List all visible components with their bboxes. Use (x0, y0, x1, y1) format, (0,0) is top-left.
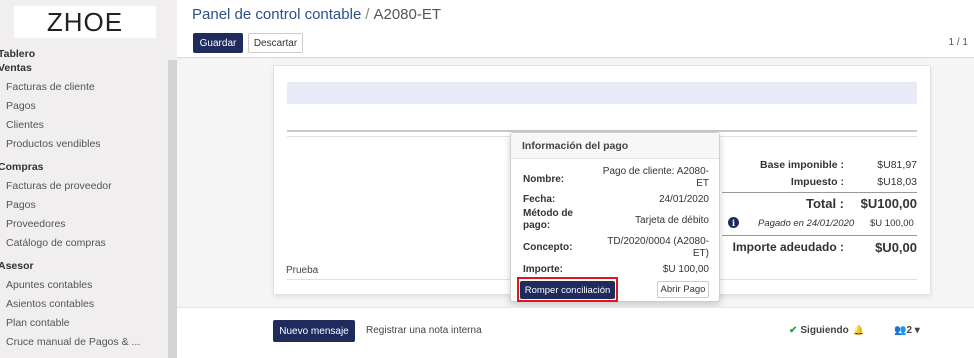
breadcrumb: Panel de control contable / A2080-ET (192, 6, 441, 23)
menu-item-manual-reconciliation[interactable]: Cruce manual de Pagos & ... (6, 336, 140, 348)
menu-item-journal-items[interactable]: Apuntes contables (6, 279, 92, 291)
totals-divider (722, 235, 917, 236)
sidebar: ZHOE Tablero Ventas Facturas de cliente … (0, 0, 177, 358)
check-icon: ✔ (789, 325, 798, 336)
menu-section-adviser[interactable]: Asesor (0, 260, 34, 272)
new-message-button[interactable]: Nuevo mensaje (273, 320, 355, 342)
popover-title: Información del pago (511, 133, 719, 159)
following-toggle[interactable]: ✔ Siguiendo (789, 325, 849, 336)
payment-date-label: Fecha: (523, 194, 556, 205)
save-button[interactable]: Guardar (193, 33, 243, 53)
subtotal-value: $U81,97 (877, 159, 917, 171)
amount-due-label: Importe adeudado : (732, 240, 844, 254)
subtotal-label: Base imponible : (759, 159, 844, 171)
payment-amount-label: Importe: (523, 264, 563, 275)
menu-item-vendor-payments[interactable]: Pagos (6, 199, 36, 211)
menu-item-sellable-products[interactable]: Productos vendibles (6, 138, 101, 150)
menu-item-vendor-bills[interactable]: Facturas de proveedor (6, 180, 112, 192)
menu-section-sales[interactable]: Ventas (0, 62, 32, 74)
control-panel: Panel de control contable / A2080-ET Guard… (177, 0, 974, 58)
following-label: Siguiendo (800, 325, 849, 336)
menu-item-purchase-catalog[interactable]: Catálogo de compras (6, 237, 106, 249)
menu-dashboard[interactable]: Tablero (0, 48, 35, 60)
payment-memo-value: TD/2020/0004 (A2080-ET) (607, 236, 709, 259)
company-logo[interactable]: ZHOE (14, 6, 156, 38)
red-highlight-box (517, 277, 618, 302)
totals-divider (722, 192, 917, 193)
sidebar-scrollbar[interactable] (168, 60, 177, 358)
amount-due-value: $U0,00 (875, 240, 917, 255)
menu-item-vendors[interactable]: Proveedores (6, 218, 66, 230)
payment-memo-label: Concepto: (523, 242, 573, 253)
payment-method-label: Método de pago: (523, 208, 573, 231)
paid-amount: $U 100,00 (870, 218, 914, 229)
breadcrumb-current: A2080-ET (373, 6, 442, 23)
menu-item-customers[interactable]: Clientes (6, 119, 44, 131)
log-note-link[interactable]: Registrar una nota interna (366, 325, 482, 336)
users-icon: 👥 (894, 325, 907, 336)
menu-section-purchases[interactable]: Compras (0, 161, 44, 173)
payment-method-value: Tarjeta de débito (635, 215, 709, 226)
breadcrumb-parent-link[interactable]: Panel de control contable (192, 6, 361, 23)
menu-item-customer-invoices[interactable]: Facturas de cliente (6, 81, 95, 93)
payment-info-icon[interactable]: i (728, 217, 739, 228)
invoice-line-row[interactable] (287, 82, 917, 104)
total-value: $U100,00 (860, 196, 917, 211)
payment-info-popover: Información del pago Nombre: Pago de cli… (510, 132, 720, 302)
paid-on-text: Pagado en 24/01/2020 (758, 218, 855, 229)
payment-date-value: 24/01/2020 (658, 194, 709, 205)
tax-value: $U18,03 (877, 176, 917, 188)
menu-item-customer-payments[interactable]: Pagos (6, 100, 36, 112)
invoice-note: Prueba (286, 265, 319, 276)
payment-name-label: Nombre: (523, 174, 565, 185)
payment-name-value: Pago de cliente: A2080-ET (602, 166, 709, 189)
caret-down-icon: ▾ (912, 325, 920, 336)
discard-button[interactable]: Descartar (248, 33, 303, 53)
menu-item-journal-entries[interactable]: Asientos contables (6, 298, 94, 310)
tax-label: Impuesto : (790, 176, 844, 188)
followers-dropdown[interactable]: 👥2 ▾ (894, 325, 920, 336)
payment-amount-value: $U 100,00 (662, 264, 709, 275)
menu-item-chart-of-accounts[interactable]: Plan contable (6, 317, 70, 329)
breadcrumb-separator: / (365, 6, 370, 23)
chatter: Nuevo mensaje Registrar una nota interna… (177, 307, 974, 358)
bell-icon[interactable]: 🔔 (853, 325, 864, 336)
open-payment-button[interactable]: Abrir Pago (657, 281, 709, 298)
pager-counter[interactable]: 1 / 1 (949, 37, 968, 48)
